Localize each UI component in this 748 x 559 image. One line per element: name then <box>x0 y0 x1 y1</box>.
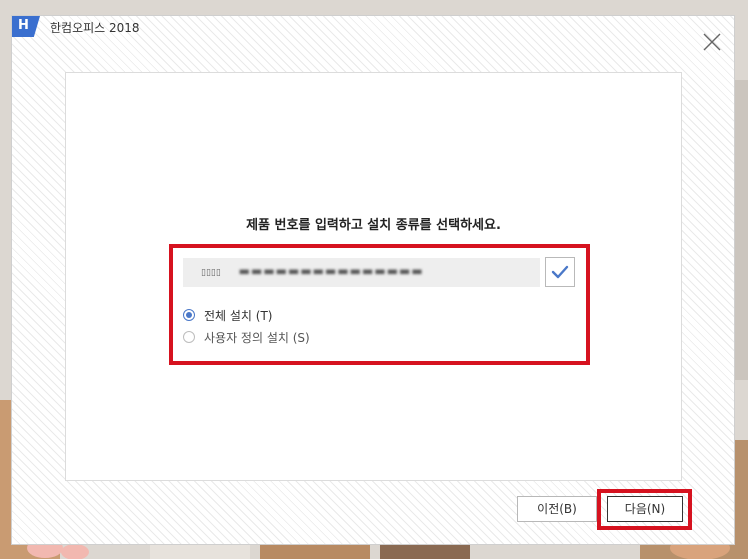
radio-custom-install-label: 사용자 정의 설치 (S) <box>204 330 310 345</box>
product-key-input[interactable]: ▯▯▯▯ ▬▬▬▬▬▬▬▬▬▬▬▬▬▬▬ <box>183 258 540 287</box>
next-button-highlight: 다음(N) <box>597 489 692 530</box>
page-heading: 제품 번호를 입력하고 설치 종류를 선택하세요. <box>246 218 501 233</box>
radio-full-install-label: 전체 설치 (T) <box>204 308 273 323</box>
content-panel: 제품 번호를 입력하고 설치 종류를 선택하세요. ▯▯▯▯ ▬▬▬▬▬▬▬▬▬… <box>65 72 682 481</box>
checkmark-icon <box>551 265 569 279</box>
radio-button-unchecked[interactable] <box>183 331 195 343</box>
next-button[interactable]: 다음(N) <box>607 496 683 522</box>
product-key-highlight: ▯▯▯▯ ▬▬▬▬▬▬▬▬▬▬▬▬▬▬▬ 전체 설치 (T) 사용자 정의 설치… <box>169 244 590 365</box>
window-title: 한컴오피스 2018 <box>50 21 140 35</box>
installer-window: H 한컴오피스 2018 제품 번호를 입력하고 설치 종류를 선택하세요. ▯… <box>11 15 735 545</box>
product-key-prefix: ▯▯▯▯ <box>201 268 221 278</box>
close-button[interactable] <box>700 30 724 54</box>
close-icon <box>703 33 721 51</box>
radio-button-checked[interactable] <box>183 309 195 321</box>
product-key-value: ▬▬▬▬▬▬▬▬▬▬▬▬▬▬▬ <box>238 264 424 278</box>
verify-key-button[interactable] <box>545 257 575 287</box>
prev-button[interactable]: 이전(B) <box>517 496 597 522</box>
hancom-logo-letter: H <box>18 18 29 33</box>
radio-custom-install[interactable]: 사용자 정의 설치 (S) <box>183 328 310 346</box>
radio-full-install[interactable]: 전체 설치 (T) <box>183 306 272 324</box>
